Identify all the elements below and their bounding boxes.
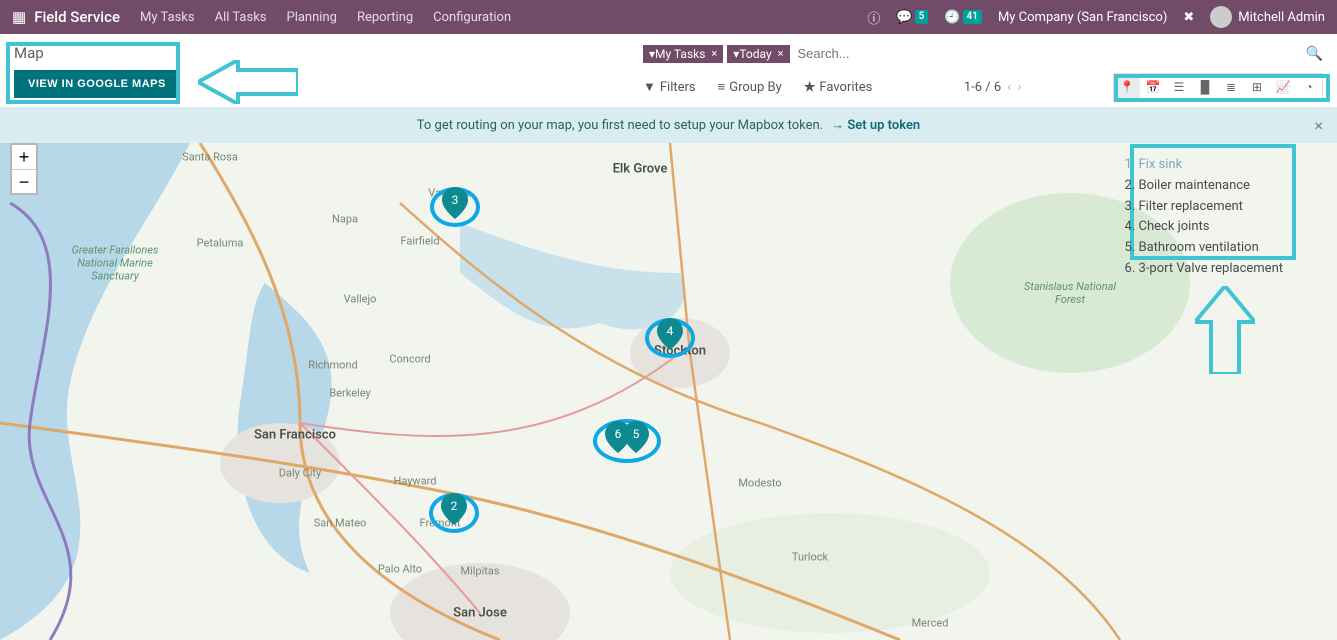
pager-prev[interactable]: ‹ xyxy=(1007,79,1011,95)
alert-text: To get routing on your map, you first ne… xyxy=(417,118,823,133)
groupby-button[interactable]: ≡Group By xyxy=(718,79,782,95)
task-list-panel: 1. Fix sink 2. Boiler maintenance 3. Fil… xyxy=(1115,149,1293,286)
map-pin-4[interactable]: 4 xyxy=(657,318,683,350)
zoom-in-button[interactable]: + xyxy=(12,145,36,169)
setup-token-link[interactable]: → Set up token xyxy=(831,117,920,133)
facet-remove[interactable]: × xyxy=(711,47,717,60)
task-item[interactable]: 4. Check joints xyxy=(1125,217,1283,238)
filters-button[interactable]: ▼Filters xyxy=(643,79,696,95)
zoom-out-button[interactable]: − xyxy=(12,169,36,193)
svg-text:4: 4 xyxy=(667,324,674,338)
view-calendar-button[interactable]: 📅 xyxy=(1140,74,1166,100)
view-kanban-button[interactable]: ☰ xyxy=(1166,74,1192,100)
view-in-google-maps-button[interactable]: VIEW IN GOOGLE MAPS xyxy=(14,70,180,98)
favorites-button[interactable]: ★Favorites xyxy=(804,79,873,95)
view-list-button[interactable]: ≣ xyxy=(1218,74,1244,100)
apps-icon[interactable]: ▦ xyxy=(12,8,26,26)
avatar xyxy=(1210,6,1232,28)
view-pivot-button[interactable]: ⊞ xyxy=(1244,74,1270,100)
filter-facet-today[interactable]: ▾ Today× xyxy=(727,45,789,63)
task-item[interactable]: 3. Filter replacement xyxy=(1125,197,1283,218)
user-name: Mitchell Admin xyxy=(1238,10,1325,25)
map[interactable]: + − Santa Rosa Petaluma Napa Vacaville F… xyxy=(0,143,1337,640)
app-brand[interactable]: Field Service xyxy=(34,8,120,26)
map-pin-5[interactable]: 5 xyxy=(623,421,649,453)
pager-next[interactable]: › xyxy=(1017,79,1021,95)
main-menu: My Tasks All Tasks Planning Reporting Co… xyxy=(140,10,511,25)
task-item[interactable]: 5. Bathroom ventilation xyxy=(1125,238,1283,259)
zoom-controls: + − xyxy=(10,143,38,195)
page-title: Map xyxy=(14,44,180,62)
activities-badge: 41 xyxy=(963,10,982,24)
task-item[interactable]: 2. Boiler maintenance xyxy=(1125,176,1283,197)
view-activity-button[interactable]: ◔ xyxy=(1296,74,1322,100)
mapbox-token-alert: To get routing on your map, you first ne… xyxy=(0,107,1337,143)
view-map-button[interactable]: 📍 xyxy=(1114,74,1140,100)
menu-my-tasks[interactable]: My Tasks xyxy=(140,10,195,25)
view-gantt-button[interactable]: ▐▌ xyxy=(1192,74,1218,100)
task-item[interactable]: 1. Fix sink xyxy=(1125,155,1283,176)
filter-facet-my-tasks[interactable]: ▾ My Tasks× xyxy=(643,45,723,63)
activities-icon[interactable]: 🕘41 xyxy=(944,10,982,25)
menu-all-tasks[interactable]: All Tasks xyxy=(215,10,267,25)
task-item[interactable]: 6. 3-port Valve replacement xyxy=(1125,259,1283,280)
messages-badge: 5 xyxy=(915,10,929,24)
tools-icon[interactable]: ✖ xyxy=(1183,10,1194,25)
pager: 1-6 / 6 ‹ › xyxy=(964,79,1022,95)
svg-text:6: 6 xyxy=(615,427,622,441)
pager-text[interactable]: 1-6 / 6 xyxy=(964,80,1001,95)
search-icon[interactable]: 🔍 xyxy=(1306,46,1323,62)
menu-configuration[interactable]: Configuration xyxy=(433,10,511,25)
menu-planning[interactable]: Planning xyxy=(287,10,337,25)
messages-icon[interactable]: 💬5 xyxy=(896,10,928,25)
view-switcher: 📍 📅 ☰ ▐▌ ≣ ⊞ 📈 ◔ xyxy=(1113,73,1323,101)
menu-reporting[interactable]: Reporting xyxy=(357,10,413,25)
search-input[interactable] xyxy=(794,44,1306,63)
wifi-icon[interactable]: ⓘ xyxy=(867,8,880,27)
alert-close-button[interactable]: × xyxy=(1314,116,1323,135)
svg-text:2: 2 xyxy=(451,499,458,513)
facet-remove[interactable]: × xyxy=(778,47,784,60)
svg-text:5: 5 xyxy=(633,427,640,441)
company-switcher[interactable]: My Company (San Francisco) xyxy=(998,10,1167,25)
user-menu[interactable]: Mitchell Admin xyxy=(1210,6,1325,28)
map-pin-2[interactable]: 2 xyxy=(441,493,467,525)
view-graph-button[interactable]: 📈 xyxy=(1270,74,1296,100)
map-pin-3[interactable]: 3 xyxy=(442,187,468,219)
svg-text:3: 3 xyxy=(452,193,459,207)
